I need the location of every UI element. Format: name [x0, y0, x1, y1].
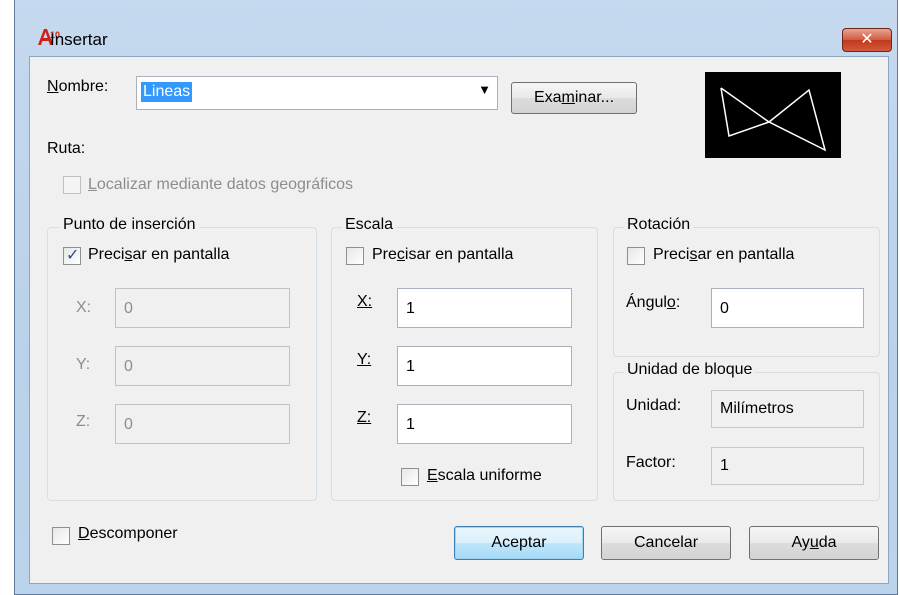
insertion-y-input[interactable]: 0	[115, 346, 290, 386]
rotation-onscreen-label: Precisar en pantalla	[653, 246, 795, 263]
chevron-down-icon[interactable]: ▼	[478, 82, 491, 97]
scale-z-label: Z:	[357, 409, 372, 426]
cancel-button[interactable]: Cancelar	[601, 526, 731, 560]
explode-label: Descomponer	[78, 525, 178, 542]
path-label: Ruta:	[47, 140, 86, 157]
insertion-x-label: X:	[76, 299, 92, 316]
name-combobox-value: Lineas	[141, 82, 193, 102]
angle-label: Ángulo:	[626, 294, 681, 311]
insertion-point-title: Punto de inserción	[60, 216, 199, 234]
uniform-scale-checkbox[interactable]	[401, 468, 419, 486]
block-preview	[705, 72, 841, 158]
close-icon: ✕	[860, 31, 874, 48]
block-unit-title: Unidad de bloque	[624, 361, 756, 379]
scale-x-input[interactable]: 1	[397, 288, 572, 328]
help-button[interactable]: Ayuda	[749, 526, 879, 560]
scale-onscreen-label: Precisar en pantalla	[372, 246, 514, 263]
geo-location-checkbox[interactable]	[63, 176, 81, 194]
factor-label: Factor:	[626, 454, 676, 471]
scale-title: Escala	[342, 216, 397, 234]
scale-y-label: Y:	[357, 351, 372, 368]
uniform-scale-label: Escala uniforme	[427, 467, 542, 484]
close-button[interactable]: ✕	[842, 28, 892, 52]
scale-x-label: X:	[357, 293, 373, 310]
check-mark-icon: ✓	[66, 247, 80, 264]
insertion-onscreen-checkbox[interactable]: ✓	[63, 247, 81, 265]
scale-z-input[interactable]: 1	[397, 404, 572, 444]
angle-input[interactable]: 0	[711, 288, 864, 328]
scale-y-input[interactable]: 1	[397, 346, 572, 386]
ok-button[interactable]: Aceptar	[454, 526, 584, 560]
unit-label: Unidad:	[626, 397, 682, 414]
rotation-onscreen-checkbox[interactable]	[627, 247, 645, 265]
insertion-onscreen-label: Precisar en pantalla	[88, 246, 230, 263]
name-label: Nombre:	[47, 78, 109, 95]
insertion-x-input[interactable]: 0	[115, 288, 290, 328]
unit-value: Milímetros	[711, 390, 864, 428]
scale-onscreen-checkbox[interactable]	[346, 247, 364, 265]
rotation-title: Rotación	[624, 216, 694, 234]
insertion-z-input[interactable]: 0	[115, 404, 290, 444]
factor-value: 1	[711, 447, 864, 485]
dialog-title: Insertar	[50, 30, 108, 49]
insertion-y-label: Y:	[76, 356, 91, 373]
browse-button[interactable]: Examinar...	[511, 82, 637, 114]
name-combobox[interactable]: Lineas ▼	[136, 76, 498, 110]
geo-location-label: Localizar mediante datos geográficos	[88, 176, 354, 193]
explode-checkbox[interactable]	[52, 527, 70, 545]
insertion-z-label: Z:	[76, 413, 91, 430]
